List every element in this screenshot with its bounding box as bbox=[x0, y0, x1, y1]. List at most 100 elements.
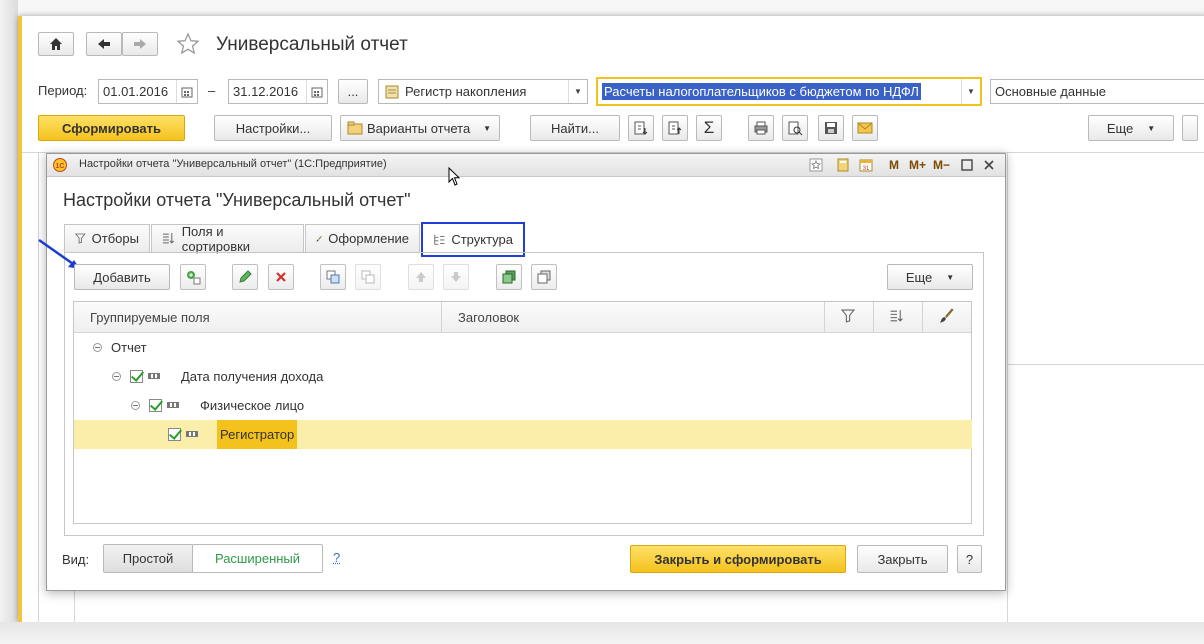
tree-item-label: Отчет bbox=[111, 340, 147, 355]
field-group-icon bbox=[167, 402, 179, 408]
calendar-icon bbox=[311, 87, 323, 97]
add-group-button[interactable] bbox=[180, 264, 206, 290]
variants-icon bbox=[347, 121, 363, 135]
report-grid-line bbox=[1007, 364, 1204, 365]
tab-label: Отборы bbox=[91, 231, 139, 246]
svg-text:31: 31 bbox=[863, 166, 870, 172]
floppy-disk-icon bbox=[825, 122, 837, 134]
column-divider bbox=[824, 302, 825, 332]
forward-button[interactable] bbox=[122, 32, 158, 56]
calendar-button[interactable] bbox=[306, 80, 327, 103]
dialog-more-button[interactable]: Еще ▼ bbox=[887, 264, 973, 290]
move-down-button[interactable] bbox=[443, 264, 469, 290]
source-name-select[interactable]: Расчеты налогоплательщиков с бюджетом по… bbox=[596, 77, 982, 106]
collapse-icon[interactable] bbox=[112, 372, 121, 381]
dropdown-arrow-icon[interactable]: ▼ bbox=[568, 80, 587, 103]
outer-frame-bottom bbox=[0, 622, 1204, 644]
delete-button[interactable] bbox=[268, 264, 294, 290]
report-variants-label: Варианты отчета bbox=[367, 120, 471, 136]
favorite-star-icon[interactable] bbox=[176, 32, 200, 59]
fields-sort-icon[interactable] bbox=[889, 309, 905, 326]
edit-button[interactable] bbox=[232, 264, 258, 290]
field-group-icon bbox=[148, 373, 160, 379]
expand-tree-icon bbox=[634, 121, 648, 135]
paste-icon bbox=[537, 270, 551, 284]
help-link[interactable]: ? bbox=[333, 550, 340, 565]
memory-m-button[interactable]: M bbox=[889, 158, 899, 172]
tree-row[interactable]: Отчет bbox=[74, 333, 972, 362]
paste-settings-button[interactable] bbox=[531, 264, 557, 290]
favorites-icon[interactable] bbox=[809, 158, 823, 175]
arrow-right-icon bbox=[134, 39, 146, 49]
delete-x-icon bbox=[276, 272, 286, 282]
memory-plus-button[interactable]: M+ bbox=[909, 158, 926, 172]
ungroup-button[interactable] bbox=[355, 264, 381, 290]
expand-groups-button[interactable] bbox=[628, 115, 654, 141]
find-button[interactable]: Найти... bbox=[530, 115, 620, 141]
period-select-button[interactable]: ... bbox=[338, 79, 368, 104]
add-button[interactable]: Добавить bbox=[74, 264, 170, 290]
settings-button[interactable]: Настройки... bbox=[214, 115, 332, 141]
move-up-button[interactable] bbox=[408, 264, 434, 290]
structure-tree-icon bbox=[434, 234, 445, 245]
sum-button[interactable]: Σ bbox=[696, 115, 722, 141]
view-extended-button[interactable]: Расширенный bbox=[192, 544, 323, 573]
report-variants-button[interactable]: Варианты отчета ▼ bbox=[340, 115, 500, 141]
send-email-button[interactable] bbox=[852, 115, 878, 141]
field-group-icon bbox=[186, 431, 198, 437]
save-button[interactable] bbox=[818, 115, 844, 141]
tree-item-checkbox[interactable] bbox=[168, 428, 181, 441]
column-divider bbox=[441, 302, 442, 332]
print-preview-icon bbox=[788, 121, 803, 136]
tree-row[interactable]: Физическое лицо bbox=[74, 391, 972, 420]
date-to-value: 31.12.2016 bbox=[233, 84, 299, 99]
collapse-icon[interactable] bbox=[93, 343, 102, 352]
calendar-icon[interactable]: 31 bbox=[859, 158, 873, 175]
brush-icon[interactable] bbox=[939, 308, 955, 327]
tab-fields-sorting[interactable]: Поля и сортировки bbox=[151, 223, 304, 254]
tree-row[interactable]: Дата получения дохода bbox=[74, 362, 972, 391]
dataset-field[interactable]: Основные данные bbox=[990, 79, 1204, 104]
source-type-select[interactable]: Регистр накопления ▼ bbox=[378, 79, 588, 104]
tree-item-label: Физическое лицо bbox=[200, 398, 305, 413]
calculator-icon[interactable] bbox=[837, 158, 849, 175]
column-header-grouped-fields[interactable]: Группируемые поля bbox=[90, 310, 210, 325]
close-icon[interactable] bbox=[983, 159, 995, 174]
tab-appearance[interactable]: Оформление bbox=[305, 224, 420, 252]
dropdown-arrow-icon[interactable]: ▼ bbox=[961, 79, 980, 104]
tree-item-label: Регистратор bbox=[217, 420, 298, 449]
date-to-field[interactable]: 31.12.2016 bbox=[228, 79, 328, 104]
back-button[interactable] bbox=[86, 32, 122, 56]
print-button[interactable] bbox=[748, 115, 774, 141]
generate-button[interactable]: Сформировать bbox=[38, 115, 185, 141]
source-type-value: Регистр накопления bbox=[405, 84, 527, 99]
date-from-field[interactable]: 01.01.2016 bbox=[98, 79, 198, 104]
column-header-title[interactable]: Заголовок bbox=[458, 310, 519, 325]
maximize-icon[interactable] bbox=[961, 159, 973, 174]
view-simple-button[interactable]: Простой bbox=[103, 544, 193, 573]
more-button[interactable]: Еще ▼ bbox=[1088, 115, 1174, 141]
copy-settings-button[interactable] bbox=[496, 264, 522, 290]
close-and-generate-button[interactable]: Закрыть и сформировать bbox=[630, 545, 846, 573]
tree-item-checkbox[interactable] bbox=[149, 399, 162, 412]
close-button[interactable]: Закрыть bbox=[857, 545, 948, 573]
preview-button[interactable] bbox=[782, 115, 808, 141]
more-button-label: Еще bbox=[1106, 120, 1134, 136]
home-button[interactable] bbox=[38, 32, 74, 56]
dropdown-arrow-icon: ▼ bbox=[946, 272, 955, 282]
register-icon bbox=[385, 85, 399, 98]
collapse-icon[interactable] bbox=[131, 401, 140, 410]
tab-label: Оформление bbox=[328, 231, 409, 246]
dialog-heading: Настройки отчета "Универсальный отчет" bbox=[63, 190, 411, 210]
help-button[interactable]: ? bbox=[957, 545, 982, 573]
dialog-more-label: Еще bbox=[905, 269, 933, 285]
memory-minus-button[interactable]: M− bbox=[933, 158, 950, 172]
group-button[interactable] bbox=[320, 264, 346, 290]
collapse-groups-button[interactable] bbox=[662, 115, 688, 141]
funnel-icon[interactable] bbox=[840, 309, 856, 326]
tree-row-selected[interactable]: Регистратор bbox=[74, 420, 972, 449]
calendar-button[interactable] bbox=[176, 80, 197, 103]
tab-label: Поля и сортировки bbox=[181, 223, 251, 254]
panel-toggle-button[interactable] bbox=[1182, 115, 1198, 141]
tree-item-checkbox[interactable] bbox=[130, 370, 143, 383]
